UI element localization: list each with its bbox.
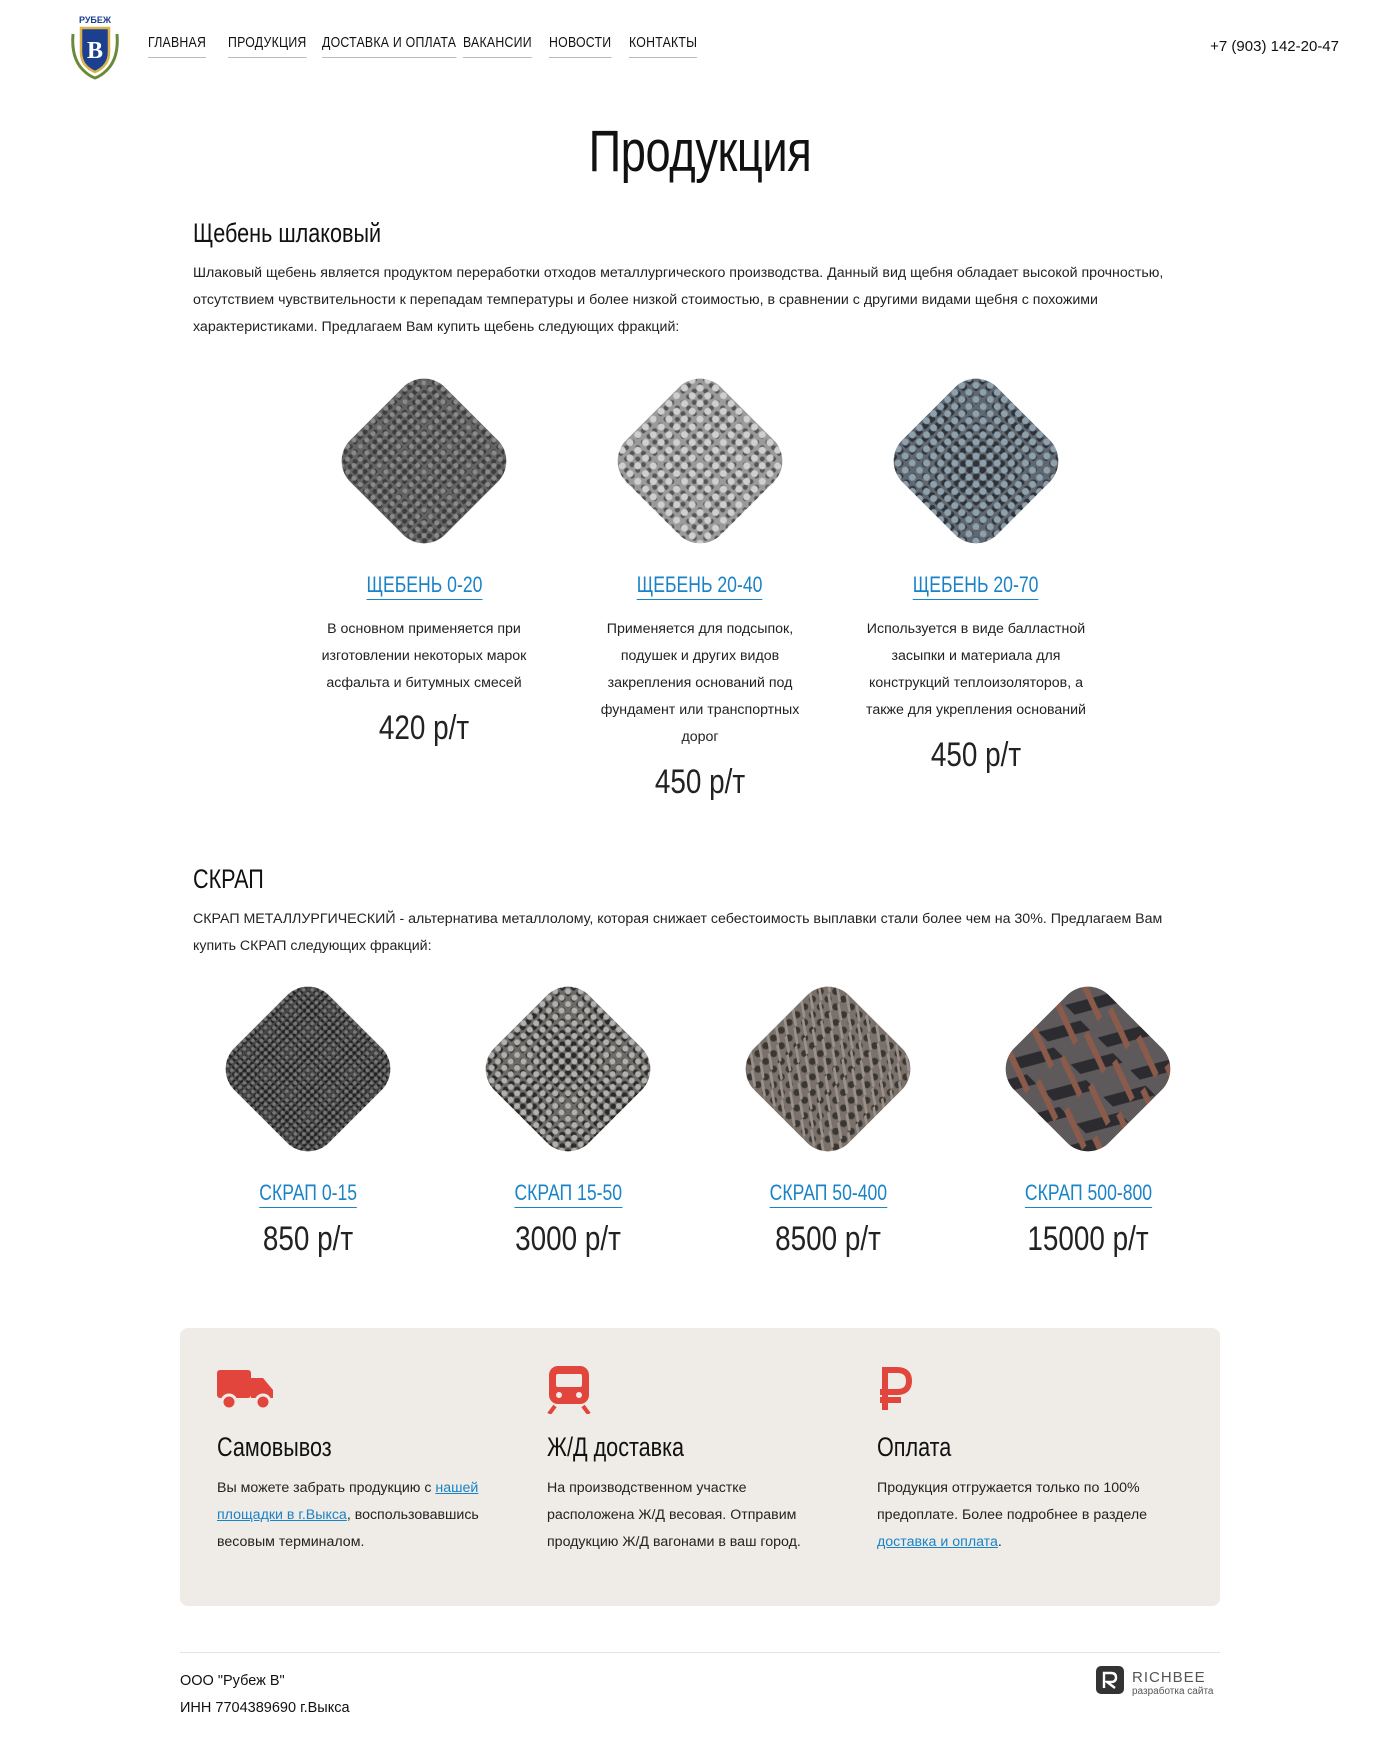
train-icon: [547, 1366, 837, 1416]
product-link[interactable]: ЩЕБЕНЬ 0-20: [366, 572, 482, 600]
product-image[interactable]: [213, 974, 403, 1164]
info-text: Вы можете забрать продукцию с нашей площ…: [217, 1480, 479, 1550]
info-rail: Ж/Д доставка На производственном участке…: [547, 1366, 837, 1556]
product-price: 8500 р/т: [775, 1220, 881, 1258]
info-title: Оплата: [877, 1432, 952, 1462]
info-title: Ж/Д доставка: [547, 1432, 685, 1462]
product-price: 3000 р/т: [515, 1220, 621, 1258]
truck-icon: [217, 1366, 507, 1416]
info-payment: Оплата Продукция отгружается только по 1…: [877, 1366, 1167, 1556]
product-image[interactable]: [329, 366, 519, 556]
section-title-scrap: СКРАП: [193, 864, 264, 894]
product-price: 450 р/т: [654, 763, 746, 801]
nav-news[interactable]: НОВОСТИ: [549, 34, 612, 58]
product-link[interactable]: ЩЕБЕНЬ 20-40: [637, 572, 763, 600]
nav-home[interactable]: ГЛАВНАЯ: [148, 34, 207, 58]
ruble-icon: [877, 1366, 1167, 1416]
nav-vacancies[interactable]: ВАКАНСИИ: [463, 34, 532, 58]
product-link[interactable]: СКРАП 0-15: [259, 1180, 357, 1208]
footer-company: ООО "Рубеж В": [180, 1673, 285, 1689]
section-desc-slag: Шлаковый щебень является продуктом перер…: [193, 265, 1164, 335]
product-image[interactable]: [605, 366, 795, 556]
nav-products[interactable]: ПРОДУКЦИЯ: [228, 34, 307, 58]
product-desc: Применяется для подсыпок, подушек и друг…: [600, 621, 800, 745]
developer-credit[interactable]: RICHBEE разработка сайта: [1096, 1666, 1213, 1699]
product-card: СКРАП 15-50 3000 р/т: [448, 974, 688, 1259]
footer-org: ООО "Рубеж В" ИНН 7704389690 г.Выкса: [180, 1668, 350, 1722]
info-title: Самовывоз: [217, 1432, 332, 1462]
info-block: Самовывоз Вы можете забрать продукцию с …: [180, 1328, 1220, 1606]
site-header: РУБЕЖ В ГЛАВНАЯ ПРОДУКЦИЯ ДОСТАВКА И ОПЛ…: [0, 0, 1400, 90]
phone-number[interactable]: +7 (903) 142-20-47: [1210, 38, 1339, 55]
product-link[interactable]: СКРАП 50-400: [769, 1180, 887, 1208]
svg-text:В: В: [87, 38, 103, 64]
main-nav: ГЛАВНАЯ ПРОДУКЦИЯ ДОСТАВКА И ОПЛАТА ВАКА…: [148, 34, 698, 58]
product-link[interactable]: СКРАП 15-50: [514, 1180, 622, 1208]
page-title: Продукция: [588, 119, 812, 184]
svg-text:РУБЕЖ: РУБЕЖ: [79, 15, 112, 25]
product-link[interactable]: ЩЕБЕНЬ 20-70: [913, 572, 1039, 600]
footer-divider: [180, 1652, 1220, 1653]
footer-inn: ИНН 7704389690 г.Выкса: [180, 1700, 350, 1716]
product-desc: Используется в виде балластной засыпки и…: [866, 621, 1086, 718]
product-desc: В основном применяется при изготовлении …: [321, 621, 527, 691]
product-price: 850 р/т: [262, 1220, 354, 1258]
company-logo[interactable]: РУБЕЖ В: [67, 14, 123, 80]
nav-contacts[interactable]: КОНТАКТЫ: [629, 34, 698, 58]
info-text: Продукция отгружается только по 100% пре…: [877, 1480, 1148, 1550]
info-text: На производственном участке расположена …: [547, 1480, 801, 1550]
product-image[interactable]: [993, 974, 1183, 1164]
info-pickup: Самовывоз Вы можете забрать продукцию с …: [217, 1366, 507, 1556]
section-desc-scrap: СКРАП МЕТАЛЛУРГИЧЕСКИЙ - альтернатива ме…: [193, 911, 1163, 954]
delivery-payment-link[interactable]: доставка и оплата: [877, 1534, 998, 1550]
product-link[interactable]: СКРАП 500-800: [1024, 1180, 1152, 1208]
developer-sub: разработка сайта: [1132, 1685, 1214, 1697]
product-price: 450 р/т: [930, 736, 1022, 774]
product-card: СКРАП 500-800 15000 р/т: [968, 974, 1208, 1259]
product-image[interactable]: [733, 974, 923, 1164]
product-card: ЩЕБЕНЬ 0-20 В основном применяется при и…: [304, 366, 544, 748]
richbee-logo-icon: [1096, 1666, 1124, 1699]
developer-name: RICHBEE: [1132, 1668, 1206, 1686]
product-price: 420 р/т: [378, 709, 470, 747]
product-card: ЩЕБЕНЬ 20-40 Применяется для подсыпок, п…: [580, 366, 820, 802]
product-card: ЩЕБЕНЬ 20-70 Используется в виде балласт…: [856, 366, 1096, 775]
section-title-slag: Щебень шлаковый: [193, 218, 382, 248]
product-card: СКРАП 0-15 850 р/т: [188, 974, 428, 1259]
product-image[interactable]: [473, 974, 663, 1164]
product-card: СКРАП 50-400 8500 р/т: [708, 974, 948, 1259]
product-image[interactable]: [881, 366, 1071, 556]
product-price: 15000 р/т: [1027, 1220, 1149, 1258]
nav-delivery[interactable]: ДОСТАВКА И ОПЛАТА: [322, 34, 457, 58]
